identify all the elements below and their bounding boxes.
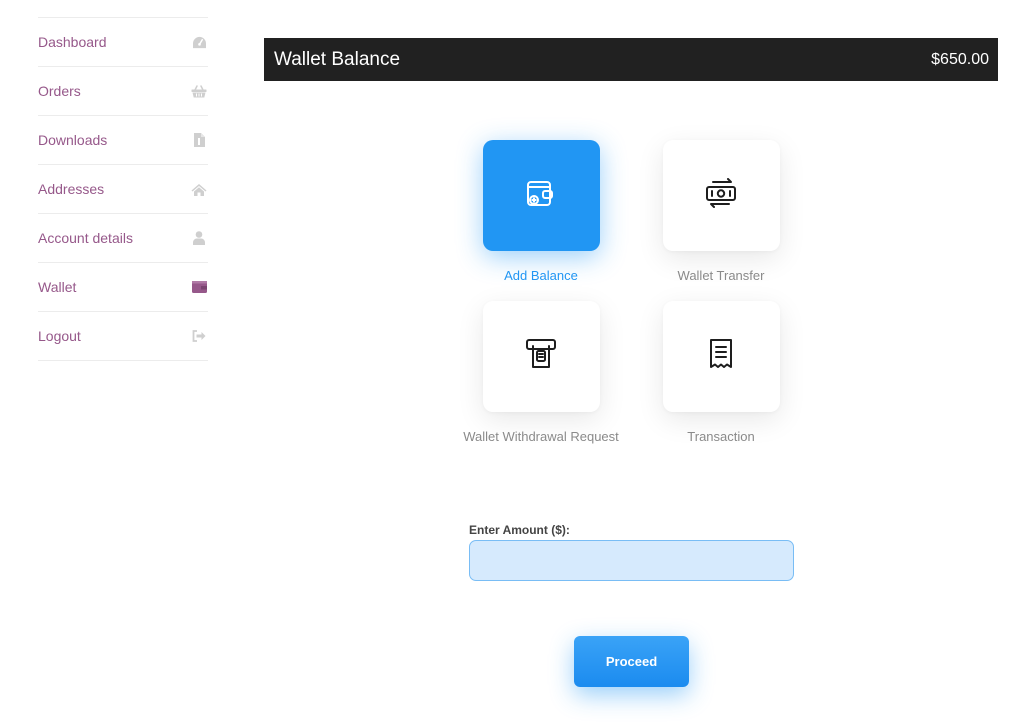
sidebar-item-orders[interactable]: Orders: [38, 67, 208, 116]
amount-input[interactable]: [469, 540, 794, 581]
receipt-icon: [706, 337, 736, 376]
sidebar-item-wallet[interactable]: Wallet: [38, 263, 208, 312]
sidebar-item-logout[interactable]: Logout: [38, 312, 208, 361]
sidebar-item-downloads[interactable]: Downloads: [38, 116, 208, 165]
account-sidebar: Dashboard Orders Downloads Addresses Acc…: [38, 17, 208, 361]
atm-withdraw-icon: [524, 337, 558, 376]
withdrawal-request-tile[interactable]: Wallet Withdrawal Request: [461, 301, 621, 444]
dashboard-gauge-icon: [191, 34, 207, 50]
sidebar-item-label: Account details: [38, 230, 133, 246]
basket-icon: [191, 83, 207, 99]
wallet-balance-header: Wallet Balance $650.00: [264, 38, 998, 81]
wallet-transfer-button[interactable]: [662, 140, 780, 251]
sidebar-item-account-details[interactable]: Account details: [38, 214, 208, 263]
add-balance-tile[interactable]: Add Balance: [461, 140, 621, 283]
transaction-button[interactable]: [662, 301, 780, 412]
file-download-icon: [191, 132, 207, 148]
wallet-icon: [191, 279, 207, 295]
wallet-add-icon: [524, 176, 558, 215]
sidebar-item-label: Logout: [38, 328, 81, 344]
balance-amount: $650.00: [931, 50, 989, 68]
transaction-label: Transaction: [687, 429, 755, 444]
page-title: Wallet Balance: [274, 48, 401, 70]
sign-out-icon: [191, 328, 207, 344]
sidebar-item-label: Wallet: [38, 279, 77, 295]
wallet-page: Dashboard Orders Downloads Addresses Acc…: [0, 0, 1024, 723]
home-icon: [191, 181, 207, 197]
withdrawal-request-label: Wallet Withdrawal Request: [463, 429, 619, 444]
sidebar-item-dashboard[interactable]: Dashboard: [38, 18, 208, 67]
add-balance-label: Add Balance: [504, 268, 578, 283]
user-icon: [191, 230, 207, 246]
sidebar-item-label: Addresses: [38, 181, 105, 197]
wallet-transfer-label: Wallet Transfer: [677, 268, 765, 283]
add-balance-button[interactable]: [482, 140, 600, 251]
proceed-button[interactable]: Proceed: [574, 636, 689, 687]
sidebar-item-label: Dashboard: [38, 34, 107, 50]
wallet-transfer-tile[interactable]: Wallet Transfer: [641, 140, 801, 283]
sidebar-item-label: Orders: [38, 83, 81, 99]
withdrawal-request-button[interactable]: [482, 301, 600, 412]
money-transfer-icon: [704, 178, 738, 213]
transaction-tile[interactable]: Transaction: [641, 301, 801, 444]
sidebar-item-addresses[interactable]: Addresses: [38, 165, 208, 214]
sidebar-item-label: Downloads: [38, 132, 108, 148]
amount-field-label: Enter Amount ($):: [469, 523, 570, 537]
